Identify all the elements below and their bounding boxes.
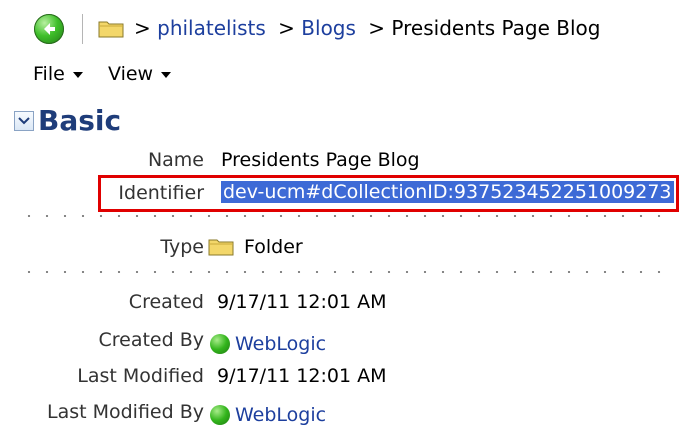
- breadcrumb-current: Presidents Page Blog: [391, 16, 601, 40]
- user-online-icon: [210, 334, 230, 354]
- breadcrumb-separator: >: [368, 16, 386, 40]
- type-label: Type: [160, 236, 204, 258]
- section-collapse-toggle[interactable]: [14, 111, 34, 131]
- view-menu-label: View: [108, 63, 154, 85]
- view-menu[interactable]: View: [108, 63, 172, 85]
- breadcrumb-separator: >: [278, 16, 295, 40]
- breadcrumb-item-blogs[interactable]: Blogs: [301, 16, 356, 40]
- created-by-link[interactable]: WebLogic: [235, 333, 326, 355]
- back-button[interactable]: [34, 14, 64, 44]
- folder-icon: [98, 21, 124, 38]
- breadcrumb: > philatelists > Blogs > Presidents Page…: [134, 16, 600, 40]
- created-value: 9/17/11 12:01 AM: [217, 291, 387, 313]
- chevron-down-icon: [161, 71, 172, 78]
- chevron-down-icon: [18, 117, 30, 125]
- toolbar-separator: [82, 14, 83, 44]
- created-by-label: Created By: [98, 329, 204, 351]
- identifier-value[interactable]: dev-ucm#dCollectionID:937523452251009273: [221, 181, 674, 203]
- last-modified-value: 9/17/11 12:01 AM: [217, 365, 387, 387]
- file-menu[interactable]: File: [33, 63, 83, 85]
- created-label: Created: [128, 291, 204, 313]
- back-arrow-icon: [44, 23, 55, 35]
- section-title: Basic: [38, 104, 122, 137]
- user-online-icon: [210, 405, 230, 425]
- breadcrumb-separator: >: [134, 16, 151, 40]
- name-value: Presidents Page Blog: [221, 149, 420, 171]
- dotted-divider: [20, 271, 672, 273]
- dotted-divider: [20, 215, 672, 217]
- file-menu-label: File: [33, 63, 65, 85]
- identifier-label: Identifier: [118, 182, 204, 204]
- chevron-down-icon: [72, 71, 83, 78]
- breadcrumb-item-philatelists[interactable]: philatelists: [157, 16, 266, 40]
- last-modified-label: Last Modified: [77, 365, 204, 387]
- name-label: Name: [147, 149, 204, 171]
- last-modified-by-label: Last Modified By: [46, 401, 204, 423]
- folder-icon: [208, 239, 234, 256]
- type-value: Folder: [244, 236, 303, 258]
- last-modified-by-link[interactable]: WebLogic: [235, 404, 326, 426]
